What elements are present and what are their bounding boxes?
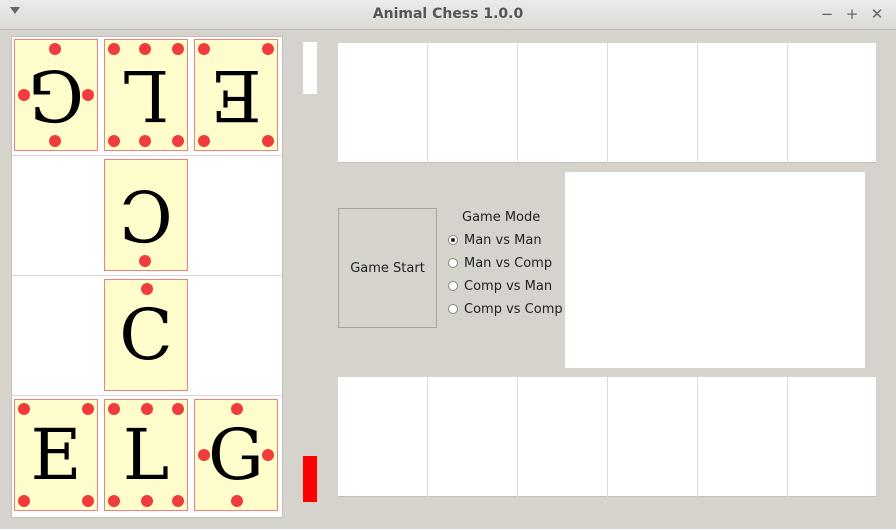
tray-slot-divider [517, 377, 518, 497]
tray-slot-divider [517, 43, 518, 163]
board-cell[interactable]: C [102, 277, 192, 397]
radio-label: Comp vs Man [464, 278, 553, 294]
piece-glyph: L [122, 414, 170, 496]
window-title: Animal Chess 1.0.0 [372, 6, 524, 22]
top-captured-tray [338, 43, 876, 163]
radio-indicator[interactable] [448, 235, 458, 245]
radio-indicator[interactable] [448, 258, 458, 268]
minimize-button[interactable]: − [818, 5, 836, 23]
piece-card-c[interactable]: C [104, 279, 188, 391]
radio-indicator[interactable] [448, 304, 458, 314]
radio-label: Comp vs Comp [464, 301, 563, 317]
board-cell[interactable] [192, 157, 282, 277]
title-bar: Animal Chess 1.0.0 − + ✕ [0, 0, 896, 30]
radio-label: Man vs Man [464, 232, 542, 248]
board-cell[interactable]: E [12, 397, 102, 517]
top-player-turn-indicator [303, 42, 317, 94]
radio-man-vs-comp[interactable]: Man vs Comp [448, 254, 552, 272]
tray-slot-divider [787, 43, 788, 163]
game-start-button[interactable]: Game Start [338, 208, 437, 328]
close-button[interactable]: ✕ [868, 5, 886, 23]
game-mode-title: Game Mode [462, 210, 541, 225]
piece-card-l[interactable]: L [104, 399, 188, 511]
board-cell[interactable] [192, 277, 282, 397]
radio-label: Man vs Comp [464, 255, 553, 271]
radio-indicator[interactable] [448, 281, 458, 291]
tray-slot-divider [607, 377, 608, 497]
radio-man-vs-man[interactable]: Man vs Man [448, 231, 542, 249]
piece-card-l[interactable]: L [104, 39, 188, 151]
piece-card-c[interactable]: C [104, 159, 188, 271]
game-board: G L E C C E L G [11, 36, 283, 518]
piece-card-g[interactable]: G [14, 39, 98, 151]
board-cell[interactable] [12, 277, 102, 397]
board-cell[interactable] [12, 157, 102, 277]
tray-slot-divider [427, 43, 428, 163]
tray-slot-divider [787, 377, 788, 497]
radio-comp-vs-comp[interactable]: Comp vs Comp [448, 300, 563, 318]
piece-card-e[interactable]: E [14, 399, 98, 511]
piece-glyph: E [30, 414, 82, 496]
piece-glyph: C [119, 294, 173, 376]
board-cell[interactable]: L [102, 397, 192, 517]
piece-glyph: C [119, 174, 173, 256]
bottom-captured-tray [338, 377, 876, 497]
bottom-player-turn-indicator [303, 456, 317, 502]
piece-card-e[interactable]: E [194, 39, 278, 151]
radio-comp-vs-man[interactable]: Comp vs Man [448, 277, 552, 295]
tray-slot-divider [427, 377, 428, 497]
piece-glyph: G [208, 414, 264, 496]
board-cell[interactable]: C [102, 157, 192, 277]
board-cell[interactable]: G [192, 397, 282, 517]
piece-glyph: G [28, 54, 84, 136]
board-cell[interactable]: L [102, 37, 192, 157]
maximize-button[interactable]: + [843, 5, 861, 23]
game-info-panel [565, 172, 865, 368]
piece-glyph: L [122, 54, 170, 136]
board-cell[interactable]: G [12, 37, 102, 157]
tray-slot-divider [607, 43, 608, 163]
piece-glyph: E [210, 54, 262, 136]
piece-card-g[interactable]: G [194, 399, 278, 511]
board-cell[interactable]: E [192, 37, 282, 157]
tray-slot-divider [697, 377, 698, 497]
tray-slot-divider [697, 43, 698, 163]
